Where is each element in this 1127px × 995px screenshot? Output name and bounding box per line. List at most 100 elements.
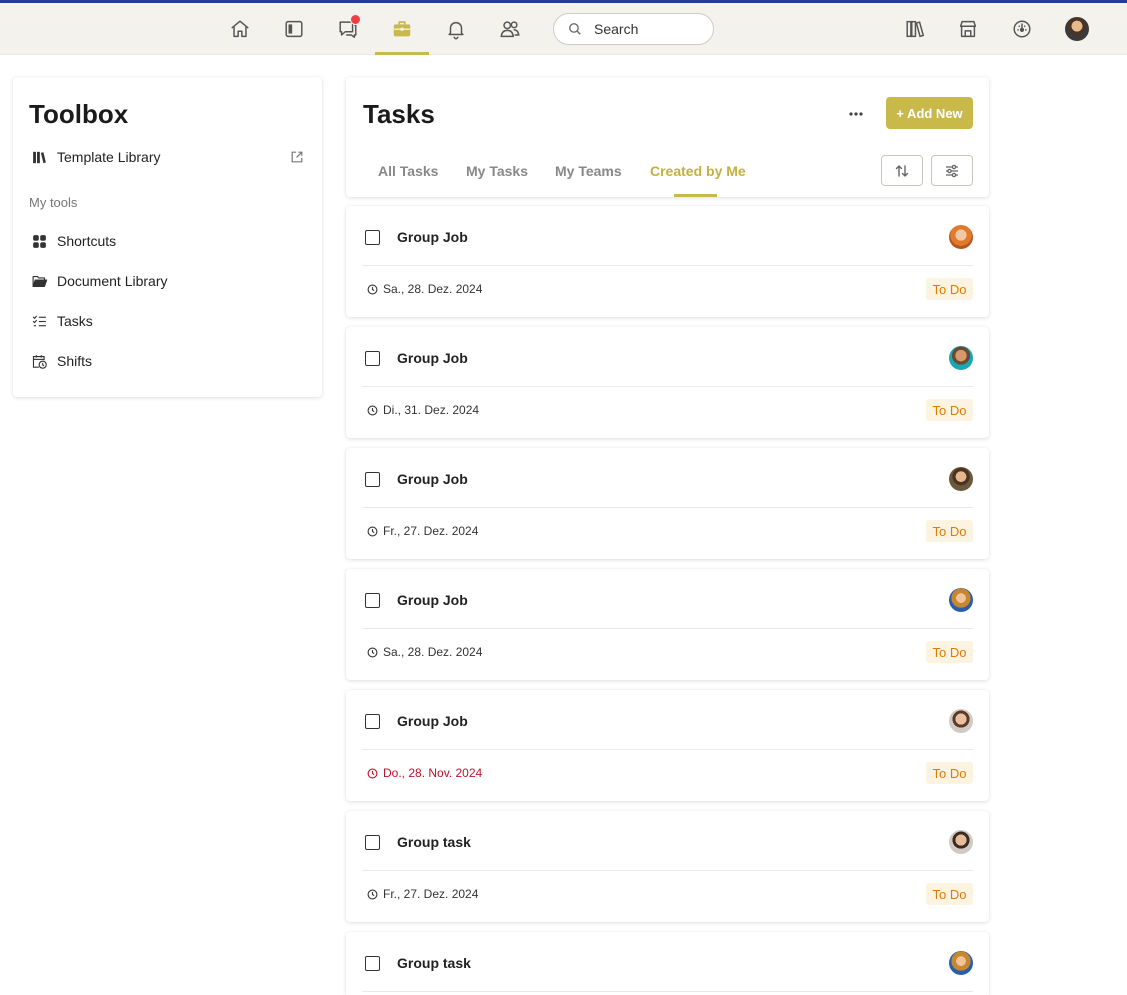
task-checkbox[interactable] [365, 956, 380, 971]
tab-my-tasks[interactable]: My Tasks [466, 163, 528, 179]
task-checkbox[interactable] [365, 472, 380, 487]
clock-icon [367, 647, 378, 657]
task-due-date: Fr., 27. Dez. 2024 [367, 887, 478, 901]
more-options-button[interactable] [846, 104, 866, 124]
user-avatar[interactable] [1065, 17, 1089, 41]
task-divider [362, 628, 973, 629]
task-title: Group task [397, 955, 471, 971]
task-card[interactable]: Group Job Di., 31. Dez. 2024 To Do [346, 327, 989, 438]
notification-dot [350, 14, 361, 25]
task-date-text: Di., 31. Dez. 2024 [383, 403, 480, 417]
sort-button[interactable] [881, 155, 923, 186]
task-divider [362, 749, 973, 750]
task-checkbox[interactable] [365, 835, 380, 850]
clock-icon [367, 889, 378, 899]
toolbox-item-document-library[interactable]: Document Library [31, 270, 168, 292]
books-icon [906, 20, 925, 38]
assignee-avatar [949, 588, 973, 612]
task-title: Group Job [397, 471, 468, 487]
clock-icon [367, 526, 378, 536]
nav-library[interactable] [888, 3, 942, 55]
task-title: Group Job [397, 713, 468, 729]
store-icon [959, 20, 977, 38]
assignee-avatar [949, 346, 973, 370]
task-card[interactable]: Group Job Sa., 28. Dez. 2024 To Do [346, 206, 989, 317]
assignee-avatar [949, 467, 973, 491]
task-checkbox[interactable] [365, 351, 380, 366]
assignee-avatar [949, 951, 973, 975]
nav-toolbox[interactable] [375, 3, 429, 55]
clock-icon [367, 284, 378, 294]
my-tools-heading: My tools [29, 195, 78, 210]
add-new-button[interactable]: + Add New [886, 97, 973, 129]
status-badge: To Do [926, 883, 973, 905]
status-badge: To Do [926, 278, 973, 300]
task-title: Group Job [397, 229, 468, 245]
task-card[interactable]: Group task Fr., 27. Dez. 2024 To Do [346, 811, 989, 922]
page-title: Tasks [363, 99, 435, 129]
template-library-label: Template Library [57, 149, 161, 165]
folder-open-icon [32, 275, 48, 287]
search-icon [569, 23, 581, 35]
status-badge: To Do [926, 641, 973, 663]
task-divider [362, 265, 973, 266]
nav-dashboard[interactable] [995, 3, 1049, 55]
assignee-avatar [949, 225, 973, 249]
task-card[interactable]: Group Job Do., 28. Nov. 2024 To Do [346, 690, 989, 801]
tasks-header-card: Tasks + Add New All Tasks My Tasks My Te… [346, 77, 989, 197]
task-card[interactable]: Group task [346, 932, 989, 995]
task-checkbox[interactable] [365, 714, 380, 729]
task-divider [362, 507, 973, 508]
nav-chat[interactable] [321, 3, 375, 55]
task-card[interactable]: Group Job Fr., 27. Dez. 2024 To Do [346, 448, 989, 559]
filter-button[interactable] [931, 155, 973, 186]
assignee-avatar [949, 830, 973, 854]
books-icon [33, 151, 46, 163]
tab-all-tasks[interactable]: All Tasks [378, 163, 438, 179]
status-badge: To Do [926, 399, 973, 421]
task-checkbox[interactable] [365, 230, 380, 245]
task-divider [362, 386, 973, 387]
task-date-text: Sa., 28. Dez. 2024 [383, 282, 483, 296]
nav-people[interactable] [483, 3, 537, 55]
toolbox-item-label: Shifts [57, 353, 93, 369]
home-icon [231, 20, 249, 38]
clock-icon [367, 405, 378, 415]
nav-home[interactable] [213, 3, 267, 55]
tab-my-teams[interactable]: My Teams [555, 163, 622, 179]
nav-feed[interactable] [267, 3, 321, 55]
status-badge: To Do [926, 520, 973, 542]
toolbox-item-shifts[interactable]: Shifts [31, 350, 92, 372]
toolbox-item-shortcuts[interactable]: Shortcuts [31, 230, 116, 252]
people-icon [500, 21, 520, 38]
search-field[interactable]: Search [553, 13, 714, 45]
toolbox-item-tasks[interactable]: Tasks [31, 310, 93, 332]
checklist-icon [32, 314, 46, 326]
bell-icon [448, 21, 464, 40]
sidebar-panel-icon [285, 20, 303, 38]
task-title: Group Job [397, 592, 468, 608]
task-date-text: Sa., 28. Dez. 2024 [383, 645, 483, 659]
nav-notifications[interactable] [429, 3, 483, 55]
assignee-avatar [949, 709, 973, 733]
external-link-icon[interactable] [290, 150, 304, 164]
task-divider [362, 870, 973, 871]
gauge-icon [1013, 20, 1031, 38]
sort-arrows-icon [895, 164, 909, 177]
nav-store[interactable] [941, 3, 995, 55]
task-divider [362, 991, 973, 992]
task-due-date: Fr., 27. Dez. 2024 [367, 524, 478, 538]
template-library-link[interactable]: Template Library [31, 146, 161, 168]
top-navigation-bar: Search [0, 3, 1127, 55]
grid-icon [33, 234, 46, 248]
task-due-date: Sa., 28. Dez. 2024 [367, 645, 482, 659]
ellipsis-icon [849, 112, 863, 116]
sliders-icon [946, 164, 958, 177]
task-due-date: Sa., 28. Dez. 2024 [367, 282, 482, 296]
task-date-text: Fr., 27. Dez. 2024 [383, 887, 479, 901]
toolbox-panel: Toolbox Template Library My tools Shortc… [13, 77, 322, 397]
task-card[interactable]: Group Job Sa., 28. Dez. 2024 To Do [346, 569, 989, 680]
toolbox-item-label: Tasks [57, 313, 93, 329]
task-checkbox[interactable] [365, 593, 380, 608]
tab-created-by-me[interactable]: Created by Me [650, 163, 746, 179]
